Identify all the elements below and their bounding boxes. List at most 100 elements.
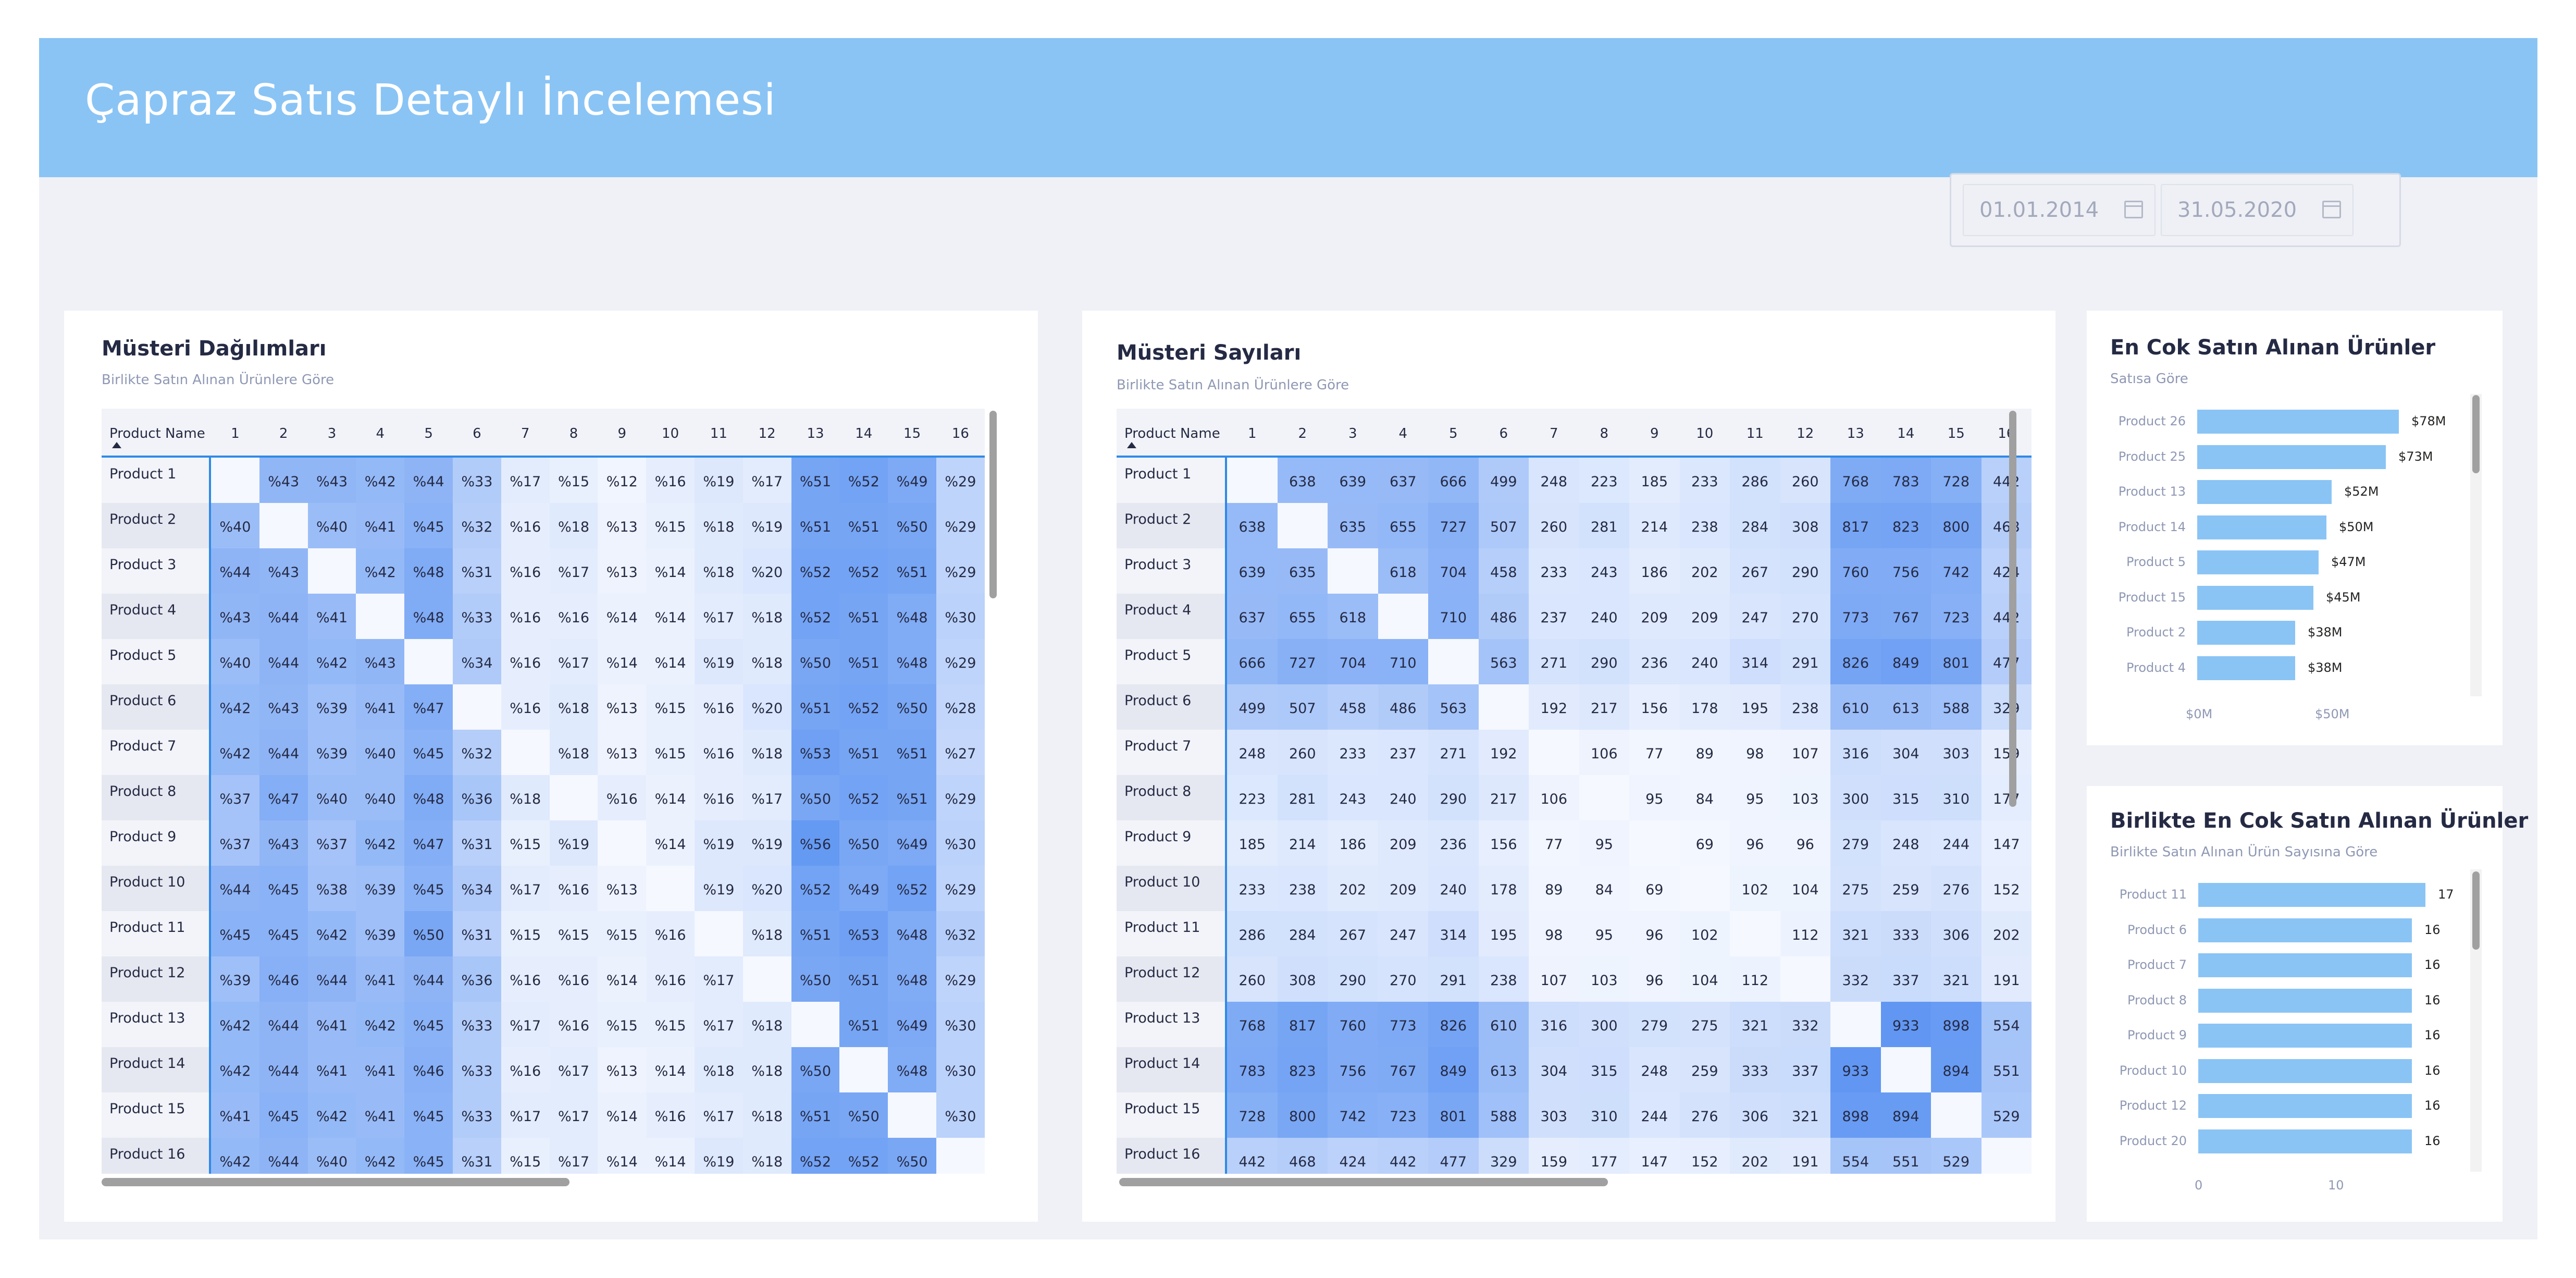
column-header[interactable]: 3 — [308, 409, 356, 456]
matrix-cell: %41 — [356, 684, 405, 730]
horizontal-scrollbar[interactable] — [1119, 1178, 1608, 1186]
matrix-cell: %38 — [307, 866, 356, 911]
column-header[interactable]: 12 — [743, 409, 791, 456]
horizontal-scrollbar[interactable] — [102, 1178, 569, 1186]
column-header[interactable]: 6 — [453, 409, 501, 456]
matrix-cell: 209 — [1679, 594, 1730, 639]
bar[interactable] — [2197, 550, 2319, 574]
matrix-cell: %43 — [211, 594, 259, 639]
column-header[interactable]: 2 — [1278, 409, 1328, 456]
matrix-row: Product 5 %40 %44 %42 %43 %34 %16 %17 %14 %14 %19%… — [102, 639, 985, 684]
matrix-row: Product 1 638 639 637 666 499 248 223 185 233 286 2… — [1117, 458, 2032, 503]
column-header[interactable]: 16 — [936, 409, 985, 456]
column-header[interactable]: 13 — [1830, 409, 1881, 456]
column-header[interactable]: 4 — [1378, 409, 1429, 456]
bar[interactable] — [2197, 656, 2295, 680]
bar[interactable] — [2198, 988, 2412, 1013]
matrix-cell: %39 — [307, 730, 356, 775]
matrix-cell: 442 — [1981, 594, 2032, 639]
bar[interactable] — [2198, 1129, 2412, 1153]
column-header[interactable]: 14 — [1881, 409, 1931, 456]
column-header[interactable]: 6 — [1479, 409, 1529, 456]
matrix-row: Product 11 286 284 267 247 314 195 98 95 96 102 112… — [1117, 911, 2032, 956]
column-header[interactable]: 8 — [550, 409, 598, 456]
column-header[interactable]: 4 — [356, 409, 404, 456]
bar[interactable] — [2197, 621, 2295, 645]
column-header[interactable]: 8 — [1579, 409, 1630, 456]
vertical-scrollbar[interactable] — [2472, 395, 2480, 473]
matrix-cell: 666 — [1428, 458, 1479, 503]
matrix-cell: %34 — [453, 639, 501, 684]
start-date-input[interactable]: 01.01.2014 — [1963, 184, 2156, 236]
matrix-cell: 159 — [1981, 730, 2032, 775]
matrix-cell: 243 — [1328, 775, 1378, 820]
matrix-cell: %50 — [791, 1047, 840, 1092]
matrix-cell: 507 — [1478, 503, 1529, 548]
column-header-product-name[interactable]: Product Name — [109, 409, 205, 456]
column-header[interactable]: 1 — [211, 409, 259, 456]
bar[interactable] — [2198, 953, 2412, 977]
column-header[interactable]: 10 — [646, 409, 695, 456]
bar[interactable] — [2198, 1024, 2412, 1048]
matrix-cell: 96 — [1730, 820, 1780, 866]
matrix-cell: %40 — [356, 775, 405, 820]
vertical-scrollbar[interactable] — [2009, 411, 2016, 807]
column-header[interactable]: 14 — [839, 409, 888, 456]
column-header[interactable]: 10 — [1680, 409, 1730, 456]
matrix-cell: 291 — [1780, 639, 1830, 684]
bar[interactable] — [2197, 480, 2332, 504]
column-header[interactable]: 5 — [1428, 409, 1479, 456]
matrix-cell: %17 — [501, 458, 550, 503]
vertical-scrollbar[interactable] — [989, 411, 997, 598]
bar[interactable] — [2198, 1094, 2412, 1118]
bar[interactable] — [2198, 1059, 2412, 1083]
column-header[interactable]: 11 — [1730, 409, 1780, 456]
column-header[interactable]: 2 — [259, 409, 308, 456]
column-header[interactable]: 5 — [404, 409, 453, 456]
calendar-icon[interactable] — [2322, 201, 2341, 218]
sort-ascending-icon[interactable] — [1127, 442, 1136, 448]
row-label: Product 16 — [1117, 1138, 1227, 1174]
bar[interactable] — [2197, 585, 2313, 610]
matrix-cell: %41 — [307, 1047, 356, 1092]
column-header[interactable]: 9 — [1629, 409, 1680, 456]
column-header[interactable]: 1 — [1227, 409, 1278, 456]
calendar-icon[interactable] — [2124, 201, 2143, 218]
matrix-cell: %51 — [888, 548, 936, 594]
column-header[interactable]: 15 — [1931, 409, 1981, 456]
bar[interactable] — [2198, 883, 2425, 907]
matrix-cell — [1227, 458, 1278, 503]
matrix-cell: 223 — [1227, 775, 1278, 820]
column-header[interactable]: 15 — [888, 409, 936, 456]
matrix-cell: 290 — [1428, 775, 1479, 820]
vertical-scrollbar[interactable] — [2472, 871, 2480, 950]
matrix-row: Product 7 %42 %44 %39 %40 %45 %32 %18 %13 %15 %16%… — [102, 730, 985, 775]
matrix-cell: %33 — [453, 594, 501, 639]
column-header[interactable]: 7 — [1529, 409, 1579, 456]
column-header[interactable]: 3 — [1328, 409, 1378, 456]
column-header[interactable]: 13 — [791, 409, 840, 456]
bar[interactable] — [2198, 918, 2412, 942]
column-header[interactable]: 16 — [1981, 409, 2032, 456]
bar[interactable] — [2197, 445, 2386, 469]
matrix-cell: %42 — [307, 639, 356, 684]
column-header[interactable]: 7 — [501, 409, 550, 456]
bar[interactable] — [2197, 410, 2399, 434]
matrix-cell: 191 — [1981, 956, 2032, 1002]
column-header[interactable]: 11 — [695, 409, 743, 456]
column-header-product-name[interactable]: Product Name — [1124, 409, 1220, 456]
panel-title: Müsteri Sayıları — [1117, 341, 1302, 365]
column-header[interactable]: 9 — [598, 409, 646, 456]
matrix-cell: 202 — [1328, 866, 1378, 911]
matrix-cell: %36 — [453, 956, 501, 1002]
matrix-cell: 271 — [1529, 639, 1579, 684]
sort-ascending-icon[interactable] — [112, 442, 121, 448]
matrix-cell: 185 — [1629, 458, 1680, 503]
column-header[interactable]: 12 — [1780, 409, 1831, 456]
bar[interactable] — [2197, 515, 2326, 539]
matrix-cell: 233 — [1679, 458, 1730, 503]
matrix-cell: 801 — [1428, 1092, 1479, 1138]
matrix-cell: %50 — [888, 684, 936, 730]
end-date-input[interactable]: 31.05.2020 — [2161, 184, 2354, 236]
matrix-cell: 238 — [1780, 684, 1830, 730]
